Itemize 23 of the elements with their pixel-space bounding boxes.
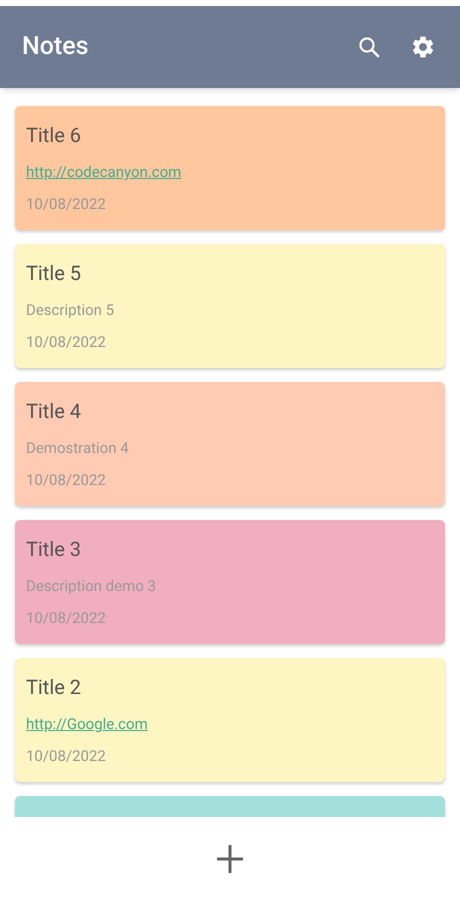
note-card[interactable]: Title 2 http://Google.com 10/08/2022 bbox=[15, 658, 445, 782]
note-title: Title 5 bbox=[26, 261, 82, 285]
note-card[interactable]: Title 5 Description 5 10/08/2022 bbox=[15, 244, 445, 368]
note-card[interactable]: Title 6 http://codecanyon.com 10/08/2022 bbox=[15, 106, 445, 230]
note-date: 10/08/2022 bbox=[26, 747, 106, 765]
note-card[interactable]: Title 3 Description demo 3 10/08/2022 bbox=[15, 520, 445, 644]
note-description: Description demo 3 bbox=[26, 577, 156, 595]
note-date: 10/08/2022 bbox=[26, 333, 106, 351]
note-card[interactable]: Title 4 Demostration 4 10/08/2022 bbox=[15, 382, 445, 506]
note-date: 10/08/2022 bbox=[26, 195, 106, 213]
search-icon bbox=[357, 35, 381, 59]
note-title: Title 6 bbox=[26, 123, 82, 147]
note-title: Title 2 bbox=[26, 675, 82, 699]
settings-icon bbox=[410, 34, 436, 60]
note-date: 10/08/2022 bbox=[26, 609, 106, 627]
note-title: Title 3 bbox=[26, 537, 82, 561]
note-description: Demostration 4 bbox=[26, 439, 129, 457]
note-description: Description 5 bbox=[26, 301, 114, 319]
note-link[interactable]: http://Google.com bbox=[26, 715, 148, 733]
note-title: Title 4 bbox=[26, 399, 82, 423]
note-date: 10/08/2022 bbox=[26, 471, 106, 489]
plus-icon bbox=[215, 842, 245, 874]
app-title: Notes bbox=[22, 31, 90, 64]
